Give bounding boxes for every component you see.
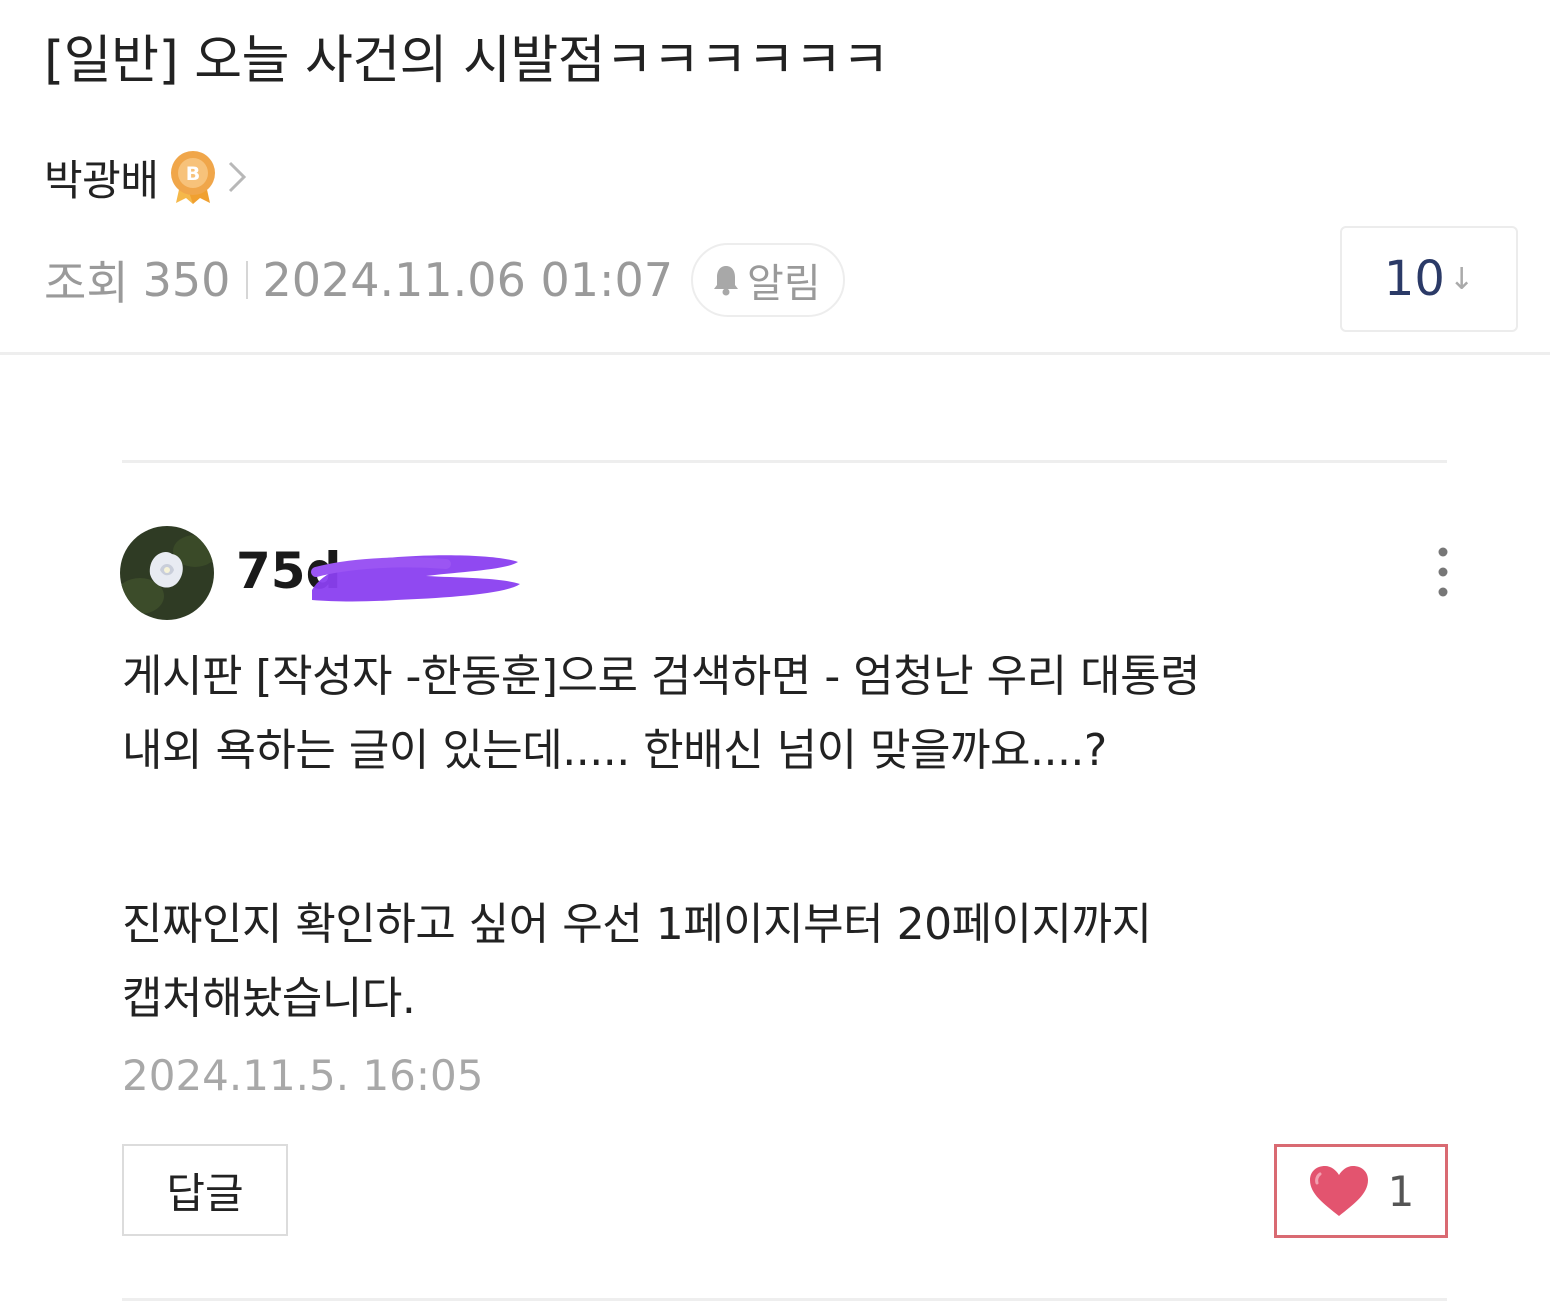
comment-line: 캡처해놨습니다. [122, 973, 416, 1024]
heart-icon [1309, 1166, 1368, 1216]
like-button[interactable]: 1 [1274, 1144, 1448, 1238]
comment-line: 게시판 [작성자 -한동훈]으로 검색하면 - 엄청난 우리 대통령 [122, 651, 1201, 702]
more-vertical-icon[interactable] [1428, 542, 1458, 602]
comment-line: 진짜인지 확인하고 싶어 우선 1페이지부터 20페이지까지 [122, 899, 1152, 950]
header-divider [0, 352, 1550, 355]
author-link[interactable]: 박광배 B [44, 146, 250, 208]
post-page: [일반] 오늘 사건의 시발점ㅋㅋㅋㅋㅋㅋ 박광배 B 조회 350 2024.… [0, 0, 1550, 1304]
views-label: 조회 [44, 256, 129, 310]
svg-text:B: B [186, 163, 200, 185]
alarm-button[interactable]: 알림 [691, 243, 845, 317]
comment-text: 게시판 [작성자 -한동훈]으로 검색하면 - 엄청난 우리 대통령 내외 욕하… [122, 640, 1452, 1036]
sort-value: 10 [1383, 251, 1445, 307]
purple-scribble-redaction [306, 542, 526, 616]
reply-label: 답글 [166, 1168, 244, 1218]
post-title: [일반] 오늘 사건의 시발점ㅋㅋㅋㅋㅋㅋ [44, 31, 890, 91]
views-count: 350 [142, 253, 231, 307]
author-name: 박광배 [44, 155, 159, 205]
alarm-label: 알림 [747, 261, 821, 307]
comment-divider-top [122, 460, 1447, 463]
comment-author[interactable]: 75d [236, 536, 556, 606]
comment-date: 2024.11.5. 16:05 [122, 1051, 484, 1100]
bell-icon [714, 266, 739, 296]
comment-line: 내외 욕하는 글이 있는데..... 한배신 넘이 맞을까요....? [122, 725, 1107, 776]
avatar[interactable] [120, 526, 214, 620]
comment-sort-button[interactable]: 10 ↓ [1340, 226, 1518, 332]
meta-divider [246, 261, 249, 299]
sort-arrow-icon: ↓ [1448, 261, 1475, 297]
comment-divider-bottom [122, 1298, 1447, 1301]
chevron-right-icon [224, 157, 250, 197]
post-meta: 조회 350 2024.11.06 01:07 알림 [44, 240, 845, 320]
post-datetime: 2024.11.06 01:07 [262, 253, 674, 307]
like-count: 1 [1387, 1166, 1415, 1216]
bronze-medal-icon: B [168, 149, 218, 205]
reply-button[interactable]: 답글 [122, 1144, 288, 1236]
